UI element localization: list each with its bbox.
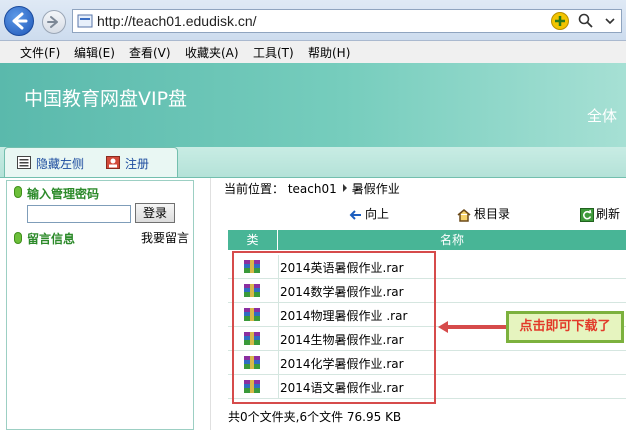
up-arrow-icon <box>349 209 361 220</box>
download-callout: 点击即可下载了 <box>506 311 624 343</box>
home-icon <box>457 208 471 222</box>
file-table-header: 类 名称 <box>228 230 626 250</box>
breadcrumb-separator-icon <box>342 184 347 192</box>
root-button[interactable]: 根目录 <box>456 205 510 222</box>
menu-favorites[interactable]: 收藏夹(A) <box>185 44 239 61</box>
column-name[interactable]: 名称 <box>278 230 626 250</box>
forward-button[interactable] <box>42 10 66 34</box>
password-input[interactable] <box>27 205 131 223</box>
password-heading: 输入管理密码 <box>27 187 100 201</box>
menu-file[interactable]: 文件(F) <box>20 44 60 61</box>
column-type[interactable]: 类 <box>228 230 278 250</box>
forward-arrow-icon <box>47 16 58 28</box>
refresh-icon <box>580 207 594 222</box>
register-icon <box>106 156 120 169</box>
page-icon <box>77 14 93 28</box>
login-button[interactable]: 登录 <box>135 203 175 223</box>
url-text: http://teach01.edudisk.cn/ <box>97 13 257 29</box>
menu-tools[interactable]: 工具(T) <box>253 44 294 61</box>
root-label: 根目录 <box>474 207 511 221</box>
menu-edit[interactable]: 编辑(E) <box>74 44 115 61</box>
message-heading: 留言信息 <box>27 232 76 246</box>
browser-address-bar: http://teach01.edudisk.cn/ <box>0 0 626 41</box>
refresh-label: 刷新 <box>596 207 621 221</box>
hide-left-link[interactable]: 隐藏左侧 <box>36 155 84 172</box>
up-label: 向上 <box>365 207 390 221</box>
back-button[interactable] <box>4 6 34 36</box>
browser-menu-bar: 文件(F) 编辑(E) 查看(V) 收藏夹(A) 工具(T) 帮助(H) <box>0 41 626 64</box>
tab-strip: 隐藏左侧 注册 <box>0 147 626 178</box>
breadcrumb: 当前位置： teach01 暑假作业 <box>224 180 400 197</box>
dropdown-chevron-icon[interactable] <box>601 12 619 30</box>
leave-message-link[interactable]: 我要留言 <box>141 229 189 246</box>
bullet-icon <box>14 232 22 244</box>
bullet-icon <box>14 186 22 198</box>
compatibility-view-icon[interactable] <box>551 12 569 30</box>
breadcrumb-root[interactable]: teach01 <box>288 182 337 196</box>
marquee-text: 全体 <box>587 107 618 125</box>
panel-icon <box>17 156 31 169</box>
refresh-button[interactable]: 刷新 <box>580 205 620 222</box>
menu-view[interactable]: 查看(V) <box>129 44 171 61</box>
file-summary: 共0个文件夹,6个文件 76.95 KB <box>228 410 402 424</box>
register-link[interactable]: 注册 <box>125 155 149 172</box>
url-field[interactable]: http://teach01.edudisk.cn/ <box>72 9 622 33</box>
site-title: 中国教育网盘VIP盘 <box>24 88 188 110</box>
breadcrumb-current: 暑假作业 <box>351 182 400 196</box>
sidebar: 输入管理密码 登录 留言信息 我要留言 <box>6 180 194 430</box>
up-button[interactable]: 向上 <box>349 205 389 222</box>
divider <box>210 178 211 430</box>
highlight-frame <box>232 251 436 404</box>
breadcrumb-prefix: 当前位置： <box>224 182 285 196</box>
site-header: 中国教育网盘VIP盘 全体 <box>0 63 626 147</box>
search-icon[interactable] <box>577 12 595 30</box>
tab-panel: 隐藏左侧 注册 <box>4 147 178 177</box>
menu-help[interactable]: 帮助(H) <box>308 44 350 61</box>
pointer-arrow-icon <box>438 321 508 333</box>
back-arrow-icon <box>12 12 28 30</box>
